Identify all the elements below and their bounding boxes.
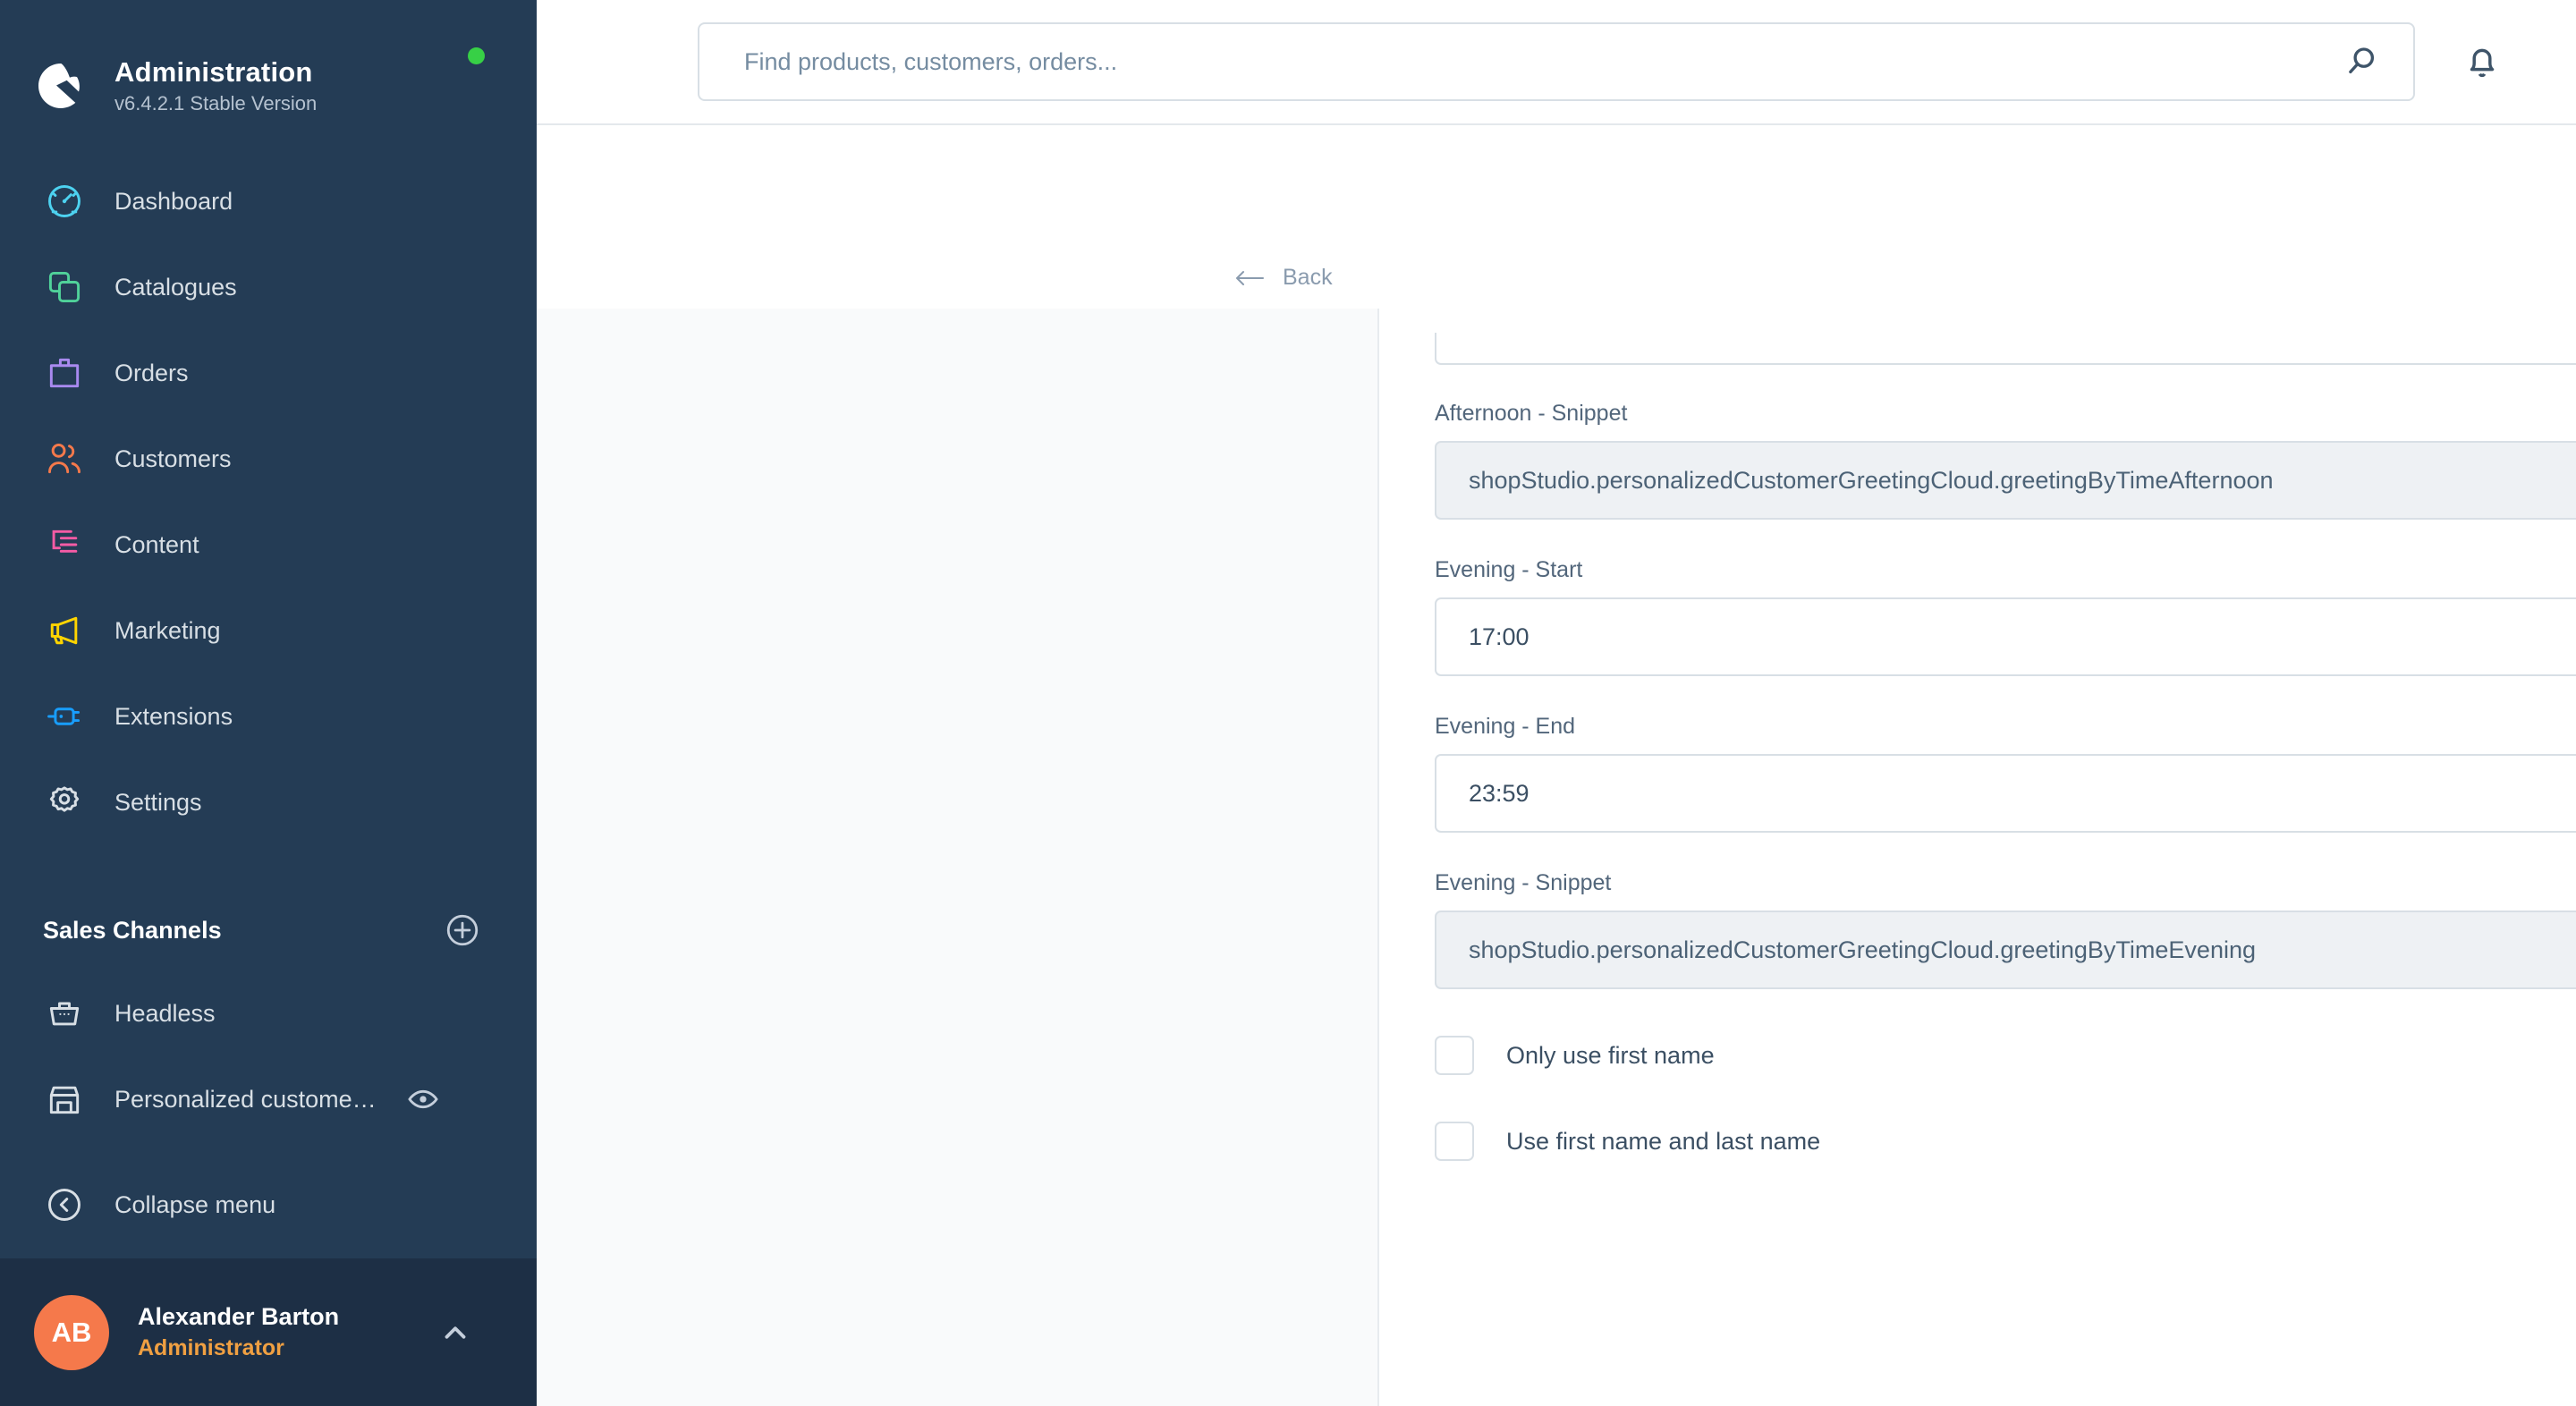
clipped-input-group[interactable]	[1435, 333, 2576, 365]
sidebar-item-label: Headless	[114, 999, 216, 1027]
field-label: Evening - Snippet	[1435, 870, 1612, 895]
sidebar-main-nav: Dashboard Catalogues Orders Customers Co…	[0, 158, 537, 845]
sidebar-item-settings[interactable]: Settings	[0, 759, 537, 845]
sidebar: Administration v6.4.2.1 Stable Version D…	[0, 0, 537, 1406]
page-header: Back ShopStudioPersonalizedCustomerGreet…	[537, 125, 2576, 394]
afternoon-snippet-input[interactable]	[1435, 441, 2576, 520]
evening-end-group: ✕	[1435, 754, 2576, 833]
sidebar-item-personalized-customer-greeting[interactable]: Personalized customer gre…	[0, 1056, 537, 1142]
sidebar-item-label: Marketing	[114, 616, 221, 644]
top-bar	[537, 0, 2576, 125]
settings-gear-icon	[43, 781, 86, 824]
field-evening-end: Evening - End ✕	[1435, 714, 2576, 833]
user-role: Administrator	[138, 1335, 284, 1361]
marketing-megaphone-icon	[43, 609, 86, 652]
global-search	[698, 22, 2415, 101]
sidebar-item-label: Collapse menu	[114, 1190, 276, 1218]
evening-start-input[interactable]	[1435, 597, 2576, 676]
sales-channels-header: Sales Channels	[0, 890, 537, 970]
customers-people-icon	[43, 437, 86, 480]
sidebar-item-headless[interactable]: Headless	[0, 970, 537, 1056]
search-icon[interactable]	[2343, 43, 2381, 80]
sidebar-item-label: Extensions	[114, 702, 233, 730]
orders-bag-icon	[43, 352, 86, 394]
back-link[interactable]: Back	[1234, 265, 1333, 291]
storefront-icon	[43, 1078, 86, 1121]
clipped-input[interactable]	[1435, 333, 2576, 365]
sidebar-item-catalogues[interactable]: Catalogues	[0, 244, 537, 330]
avatar: AB	[34, 1294, 109, 1370]
field-evening-snippet: Evening - Snippet	[1435, 870, 2576, 989]
bell-icon[interactable]	[2462, 41, 2503, 82]
user-profile-menu[interactable]: AB Alexander Barton Administrator	[0, 1258, 537, 1406]
checkbox-label: Only use first name	[1506, 1041, 1715, 1069]
sidebar-brand-version: v6.4.2.1 Stable Version	[114, 91, 318, 114]
collapse-chevron-left-circle-icon	[43, 1183, 86, 1226]
catalogues-stack-icon	[43, 266, 86, 309]
sales-channels-heading: Sales Channels	[43, 916, 222, 944]
field-label: Evening - Start	[1435, 557, 1583, 582]
plus-circle-icon[interactable]	[444, 911, 481, 949]
sidebar-item-customers[interactable]: Customers	[0, 416, 537, 502]
basket-icon	[43, 992, 86, 1035]
user-name: Alexander Barton	[138, 1302, 340, 1330]
sidebar-item-marketing[interactable]: Marketing	[0, 588, 537, 673]
shopware-logo-icon	[34, 59, 88, 113]
checkbox-box[interactable]	[1435, 1036, 1474, 1075]
checkbox-only-first-name[interactable]: Only use first name	[1435, 1036, 2576, 1075]
sidebar-item-label: Catalogues	[114, 273, 237, 301]
sidebar-item-label: Content	[114, 530, 199, 558]
sidebar-item-label: Dashboard	[114, 187, 233, 215]
sidebar-item-content[interactable]: Content	[0, 502, 537, 588]
back-label: Back	[1283, 265, 1333, 290]
extensions-plug-icon	[43, 695, 86, 738]
sidebar-item-dashboard[interactable]: Dashboard	[0, 158, 537, 244]
settings-card: Afternoon - Snippet Evening - Start ✕	[1377, 309, 2576, 1406]
evening-snippet-input[interactable]	[1435, 911, 2576, 989]
checkbox-first-and-last-name[interactable]: Use first name and last name	[1435, 1122, 2576, 1161]
sidebar-item-label: Orders	[114, 359, 189, 386]
field-label: Evening - End	[1435, 714, 1576, 739]
main-area: Back ShopStudioPersonalizedCustomerGreet…	[537, 0, 2576, 1406]
search-input[interactable]	[698, 22, 2415, 101]
field-afternoon-snippet: Afternoon - Snippet	[1435, 401, 2576, 520]
status-dot	[468, 47, 485, 64]
dashboard-gauge-icon	[43, 180, 86, 223]
evening-end-input[interactable]	[1435, 754, 2576, 833]
sidebar-brand[interactable]: Administration v6.4.2.1 Stable Version	[0, 0, 537, 139]
content-scroll-area[interactable]: Afternoon - Snippet Evening - Start ✕	[537, 309, 2576, 1406]
evening-start-group: ✕	[1435, 597, 2576, 676]
sidebar-item-label: Personalized customer gre…	[114, 1085, 383, 1113]
app-root: Administration v6.4.2.1 Stable Version D…	[0, 0, 2576, 1406]
field-label: Afternoon - Snippet	[1435, 401, 1628, 426]
sidebar-brand-title: Administration	[114, 55, 313, 88]
sidebar-item-collapse-menu[interactable]: Collapse menu	[0, 1162, 537, 1248]
field-evening-start: Evening - Start ✕	[1435, 557, 2576, 676]
sidebar-item-orders[interactable]: Orders	[0, 330, 537, 416]
sidebar-item-label: Customers	[114, 445, 232, 472]
checkbox-label: Use first name and last name	[1506, 1127, 1821, 1155]
arrow-left-icon	[1234, 267, 1265, 289]
eye-icon[interactable]	[406, 1082, 440, 1116]
content-layout-icon	[43, 523, 86, 566]
clipped-field-above	[1435, 333, 2576, 365]
sidebar-item-label: Settings	[114, 788, 202, 816]
chevron-up-icon[interactable]	[438, 1316, 472, 1350]
checkbox-box[interactable]	[1435, 1122, 1474, 1161]
sidebar-item-extensions[interactable]: Extensions	[0, 673, 537, 759]
